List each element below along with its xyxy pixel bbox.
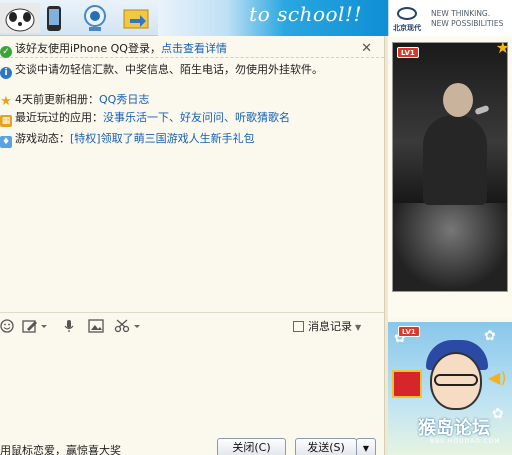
info-icon: i [0,67,12,79]
message-log-label: 消息记录 [308,320,352,333]
recent-apps: ▦ 最近玩过的应用：没事乐活一下、好友问问、听歌猜歌名 [0,109,384,127]
top-toolbar: to school!! 北京现代 NEW THINKING. NEW POSSI… [0,0,512,36]
hyundai-ad[interactable]: 北京现代 NEW THINKING. NEW POSSIBILITIES [388,0,512,36]
iphone-login-text: 该好友使用iPhone QQ登录， [15,42,161,55]
gift-icon[interactable] [392,370,422,398]
file-transfer-icon[interactable] [122,3,152,33]
game-icon: ♦ [0,136,12,148]
ad-tagline-2: NEW POSSIBILITIES [431,19,504,28]
input-splitter[interactable] [0,312,384,313]
chevron-down-icon: ▼ [362,444,370,453]
speaker-icon[interactable]: ◀) [488,368,507,387]
banner-text: to school!! [249,2,362,26]
check-icon: ✓ [0,46,12,58]
ad-tagline-1: NEW THINKING. [431,9,491,18]
ad-tagline: NEW THINKING. NEW POSSIBILITIES [431,9,503,29]
album-prefix: 4天前更新相册： [15,93,99,106]
safety-notice: i 交谈中请勿轻信汇款、中奖信息、陌生电话，勿使用外挂软件。 [0,61,384,79]
promo-text[interactable]: 用鼠标恋爱，赢惊喜大奖 [0,442,121,455]
close-notice-icon[interactable]: ✕ [361,40,372,58]
ad-brand-cn: 北京现代 [393,24,421,32]
level-badge: LV1 [397,47,419,58]
phone-icon[interactable] [44,3,74,33]
level-badge-bottom: LV1 [398,326,420,337]
view-details-link[interactable]: 点击查看详情 [161,42,227,55]
forum-watermark-url: BBS.HOUDAO.COM [430,438,501,445]
microphone-icon [474,104,490,116]
send-options-button[interactable]: ▼ [356,438,376,455]
game-activity: ♦ 游戏动态：[特权]领取了萌三国游戏人生新手礼包 [0,130,384,148]
album-link[interactable]: QQ秀日志 [99,93,149,106]
webcam-icon[interactable] [80,3,110,33]
log-icon [293,321,304,332]
chevron-down-icon: ▼ [355,323,362,332]
star-icon: ★ [0,94,12,109]
star-icon: ★ [495,38,510,57]
album-update: ★ 4天前更新相册：QQ秀日志 [0,91,384,109]
hyundai-logo-icon [397,7,417,20]
school-banner[interactable]: to school!! [158,0,388,36]
font-style-icon[interactable] [22,319,48,335]
image-icon[interactable] [88,319,104,335]
screenshot-scissors-icon[interactable] [114,319,142,335]
send-button[interactable]: 发送(S) [295,438,357,455]
my-show-panel[interactable]: ✿ ✿ ✿ ◀) LV1 猴岛论坛 BBS.HOUDAO.COM [388,322,512,455]
safety-text: 交谈中请勿轻信汇款、中奖信息、陌生电话，勿使用外挂软件。 [15,63,323,76]
forum-watermark: 猴岛论坛 [418,418,490,439]
game-link[interactable]: [特权]领取了萌三国游戏人生新手礼包 [70,132,255,145]
app-icon: ▦ [0,115,12,127]
apps-prefix: 最近玩过的应用： [15,111,103,124]
emoticon-icon[interactable] [0,319,14,335]
singer-photo: LV1 [392,42,508,292]
iphone-login-notice: ✓ 该好友使用iPhone QQ登录，点击查看详情 ✕ [0,40,384,58]
apps-link[interactable]: 没事乐活一下、好友问问、听歌猜歌名 [103,111,290,124]
close-button[interactable]: 关闭(C) [217,438,286,455]
input-toolbar: 消息记录 ▼ [0,316,384,338]
friend-avatar[interactable] [0,3,40,33]
game-prefix: 游戏动态： [15,132,70,145]
voice-icon[interactable] [62,319,76,335]
message-log-button[interactable]: 消息记录 ▼ [293,319,361,335]
glasses-icon [434,374,478,386]
friend-show-panel[interactable]: LV1 ★ [388,36,512,318]
message-input[interactable] [0,338,384,436]
